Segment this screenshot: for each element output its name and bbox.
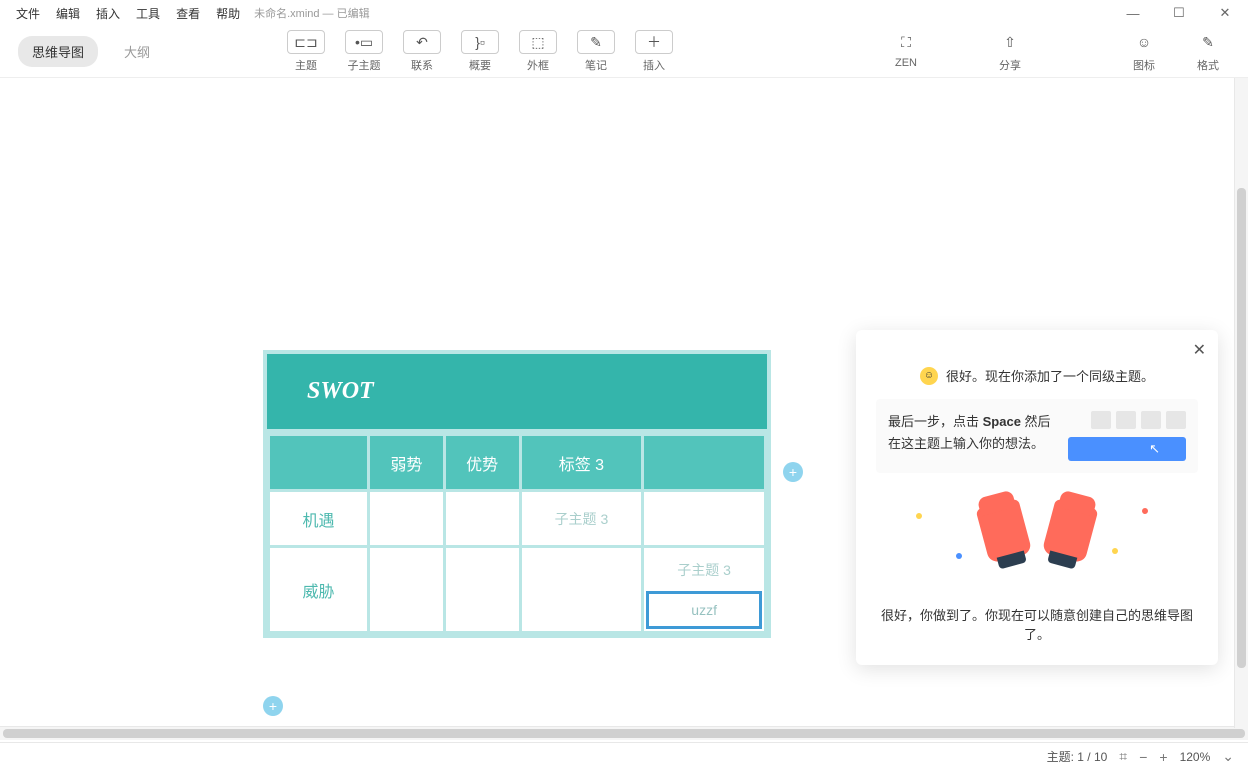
map-overview-icon[interactable]: ⌗ xyxy=(1119,748,1127,765)
swot-cell-2-3[interactable] xyxy=(520,547,643,633)
add-sibling-button[interactable]: + xyxy=(783,462,803,482)
tool-group-main: ⊏⊐主题 •▭子主题 ↶联系 }▫概要 ⬚外框 ✎笔记 ＋插入 xyxy=(284,30,676,73)
minimize-button[interactable]: — xyxy=(1110,0,1156,26)
swot-header-row: 弱势 优势 标签 3 xyxy=(269,435,766,491)
tutorial-step: 最后一步，点击 Space 然后在这主题上输入你的想法。 ↖ xyxy=(876,399,1198,473)
smile-emoji-icon: ☺ xyxy=(920,367,938,385)
close-button[interactable]: ✕ xyxy=(1202,0,1248,26)
maximize-button[interactable]: ☐ xyxy=(1156,0,1202,26)
tool-subtopic[interactable]: •▭子主题 xyxy=(342,30,386,73)
subtopic-icon: •▭ xyxy=(345,30,383,54)
tool-share[interactable]: ⇧分享 xyxy=(988,30,1032,73)
horizontal-scrollbar[interactable] xyxy=(0,726,1248,740)
swot-cell-1-1[interactable] xyxy=(369,491,445,547)
zoom-dropdown-icon[interactable]: ⌄ xyxy=(1222,748,1234,765)
swot-col-label3[interactable]: 标签 3 xyxy=(520,435,643,491)
window-controls: — ☐ ✕ xyxy=(1110,0,1248,26)
boundary-icon: ⬚ xyxy=(519,30,557,54)
hand-left-icon xyxy=(976,498,1033,563)
swot-col-weakness[interactable]: 弱势 xyxy=(369,435,445,491)
swot-row-opportunity: 机遇 子主题 3 xyxy=(269,491,766,547)
tool-topic[interactable]: ⊏⊐主题 xyxy=(284,30,328,73)
tutorial-keyboard: ↖ xyxy=(1068,411,1186,461)
swot-col-0[interactable] xyxy=(269,435,369,491)
zoom-level[interactable]: 120% xyxy=(1180,750,1211,764)
toolbar: 思维导图 大纲 ⊏⊐主题 •▭子主题 ↶联系 }▫概要 ⬚外框 ✎笔记 ＋插入 … xyxy=(0,26,1248,78)
menu-file[interactable]: 文件 xyxy=(8,1,48,26)
vscroll-thumb[interactable] xyxy=(1237,188,1246,668)
tool-notes[interactable]: ✎笔记 xyxy=(574,30,618,73)
tab-outline[interactable]: 大纲 xyxy=(110,36,164,67)
swot-cell-1-3[interactable]: 子主题 3 xyxy=(520,491,643,547)
swot-col-4[interactable] xyxy=(643,435,766,491)
canvas[interactable]: SWOT 弱势 优势 标签 3 机遇 子主题 3 威胁 xyxy=(0,78,1248,740)
swot-col-strength[interactable]: 优势 xyxy=(444,435,520,491)
swot-title[interactable]: SWOT xyxy=(267,354,767,433)
notes-icon: ✎ xyxy=(577,30,615,54)
summary-icon: }▫ xyxy=(461,30,499,54)
smile-icon: ☺ xyxy=(1125,30,1163,54)
swot-cell-2-2[interactable] xyxy=(444,547,520,633)
tutorial-step-text: 最后一步，点击 Space 然后在这主题上输入你的想法。 xyxy=(888,411,1056,461)
tab-mindmap[interactable]: 思维导图 xyxy=(18,36,98,67)
swot-cell-2-1[interactable] xyxy=(369,547,445,633)
tool-boundary[interactable]: ⬚外框 xyxy=(516,30,560,73)
tool-iconlib[interactable]: ☺图标 xyxy=(1122,30,1166,73)
tool-summary[interactable]: }▫概要 xyxy=(458,30,502,73)
titlebar: 文件 编辑 插入 工具 查看 帮助 未命名.xmind — 已编辑 — ☐ ✕ xyxy=(0,0,1248,26)
menu-insert[interactable]: 插入 xyxy=(88,1,128,26)
tool-format[interactable]: ✎格式 xyxy=(1186,30,1230,73)
add-child-button[interactable]: + xyxy=(263,696,283,716)
tutorial-popup: ✕ ☺ 很好。现在你添加了一个同级主题。 最后一步，点击 Space 然后在这主… xyxy=(856,330,1218,665)
swot-subtopic-3: 子主题 3 xyxy=(677,562,731,578)
swot-cell-1-4[interactable] xyxy=(643,491,766,547)
share-icon: ⇧ xyxy=(991,30,1029,54)
swot-row-threat: 威胁 子主题 3 uzzf xyxy=(269,547,766,633)
swot-opportunity-label[interactable]: 机遇 xyxy=(269,491,369,547)
close-icon[interactable]: ✕ xyxy=(1193,340,1206,360)
tutorial-done-text: 很好，你做到了。你现在可以随意创建自己的思维导图了。 xyxy=(876,605,1198,643)
hscroll-thumb[interactable] xyxy=(3,729,1245,738)
view-tabs: 思维导图 大纲 xyxy=(18,36,164,67)
tool-zen[interactable]: ⛶ZEN xyxy=(884,30,928,73)
statusbar: 主题: 1 / 10 ⌗ − + 120% ⌄ xyxy=(0,742,1248,770)
celebration-illustration xyxy=(876,503,1198,583)
topic-icon: ⊏⊐ xyxy=(287,30,325,54)
menu-view[interactable]: 查看 xyxy=(168,1,208,26)
menu-help[interactable]: 帮助 xyxy=(208,1,248,26)
swot-editing-topic[interactable]: uzzf xyxy=(646,591,762,629)
relation-icon: ↶ xyxy=(403,30,441,54)
swot-threat-label[interactable]: 威胁 xyxy=(269,547,369,633)
cursor-icon: ↖ xyxy=(1149,441,1160,457)
tool-group-right2: ☺图标 ✎格式 xyxy=(1122,30,1230,73)
menu-edit[interactable]: 编辑 xyxy=(48,1,88,26)
hand-right-icon xyxy=(1042,498,1099,563)
menu-tools[interactable]: 工具 xyxy=(128,1,168,26)
insert-icon: ＋ xyxy=(635,30,673,54)
swot-table: 弱势 优势 标签 3 机遇 子主题 3 威胁 子主题 3 uzzf xyxy=(267,433,767,634)
swot-matrix[interactable]: SWOT 弱势 优势 标签 3 机遇 子主题 3 威胁 xyxy=(263,350,771,638)
tutorial-congrats: ☺ 很好。现在你添加了一个同级主题。 xyxy=(876,366,1198,385)
tool-group-right1: ⛶ZEN ⇧分享 xyxy=(884,30,1032,73)
swot-cell-2-4[interactable]: 子主题 3 uzzf xyxy=(643,547,766,633)
zoom-in-button[interactable]: + xyxy=(1159,749,1167,765)
format-icon: ✎ xyxy=(1189,30,1227,54)
document-title: 未命名.xmind — 已编辑 xyxy=(254,5,370,21)
tool-relation[interactable]: ↶联系 xyxy=(400,30,444,73)
vertical-scrollbar[interactable] xyxy=(1234,78,1248,728)
zen-icon: ⛶ xyxy=(887,30,925,54)
space-key-illustration: ↖ xyxy=(1068,437,1186,461)
swot-cell-1-2[interactable] xyxy=(444,491,520,547)
topic-counter: 主题: 1 / 10 xyxy=(1047,748,1108,765)
tool-insert[interactable]: ＋插入 xyxy=(632,30,676,73)
zoom-out-button[interactable]: − xyxy=(1139,749,1147,765)
menu-bar: 文件 编辑 插入 工具 查看 帮助 xyxy=(0,1,248,26)
